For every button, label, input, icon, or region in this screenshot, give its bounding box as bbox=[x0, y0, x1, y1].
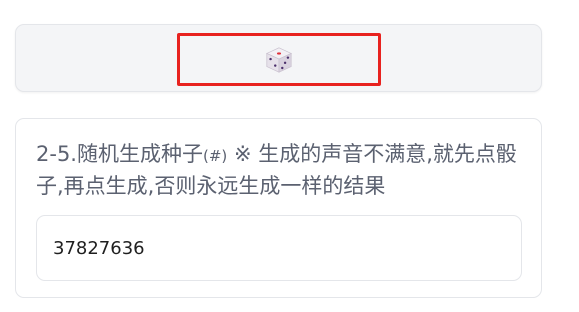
dice-panel bbox=[15, 24, 542, 92]
seed-label-hash: (#) bbox=[202, 147, 228, 165]
dice-button[interactable] bbox=[177, 33, 381, 86]
seed-label-prefix: 2-5.随机生成种子 bbox=[36, 142, 203, 166]
dice-icon bbox=[265, 46, 293, 73]
seed-input[interactable] bbox=[36, 215, 522, 281]
seed-panel: 2-5.随机生成种子(#) ※ 生成的声音不满意,就先点骰子,再点生成,否则永远… bbox=[15, 118, 542, 298]
seed-label: 2-5.随机生成种子(#) ※ 生成的声音不满意,就先点骰子,再点生成,否则永远… bbox=[36, 139, 521, 201]
